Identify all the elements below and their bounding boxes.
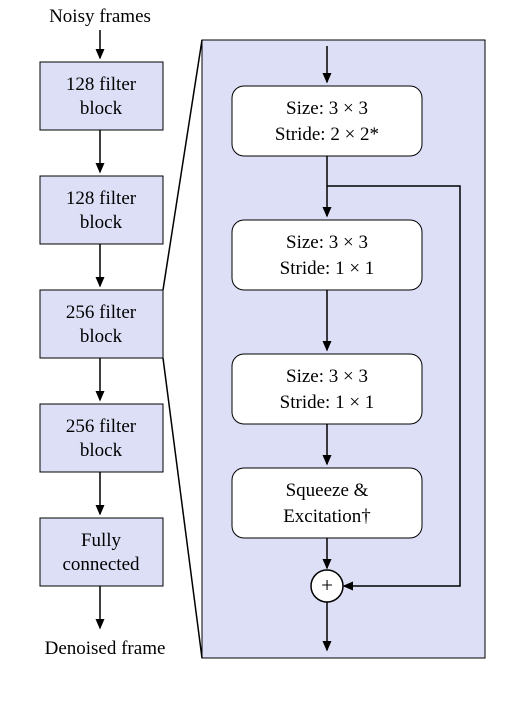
zoom-line-bottom (163, 358, 202, 658)
conv3-stride: Stride: 1 × 1 (280, 392, 375, 413)
plus-icon: + (321, 573, 333, 597)
conv2-size: Size: 3 × 3 (286, 232, 368, 253)
block-256-2-l2: block (80, 440, 123, 461)
conv-block-3 (232, 354, 422, 424)
block-128-1-l1: 128 filter (66, 74, 137, 95)
block-256-1-l2: block (80, 326, 123, 347)
se-block (232, 468, 422, 538)
block-128-2 (40, 176, 163, 244)
block-fc (40, 518, 163, 586)
block-fc-l1: Fully (81, 530, 122, 551)
zoom-line-top (163, 40, 202, 290)
block-128-2-l1: 128 filter (66, 188, 137, 209)
output-label: Denoised frame (45, 638, 166, 659)
se-l2: Excitation† (283, 506, 371, 527)
block-128-1-l2: block (80, 98, 123, 119)
block-256-2 (40, 404, 163, 472)
se-l1: Squeeze & (286, 480, 369, 501)
block-256-2-l1: 256 filter (66, 416, 137, 437)
block-128-2-l2: block (80, 212, 123, 233)
conv-block-1 (232, 86, 422, 156)
conv1-stride: Stride: 2 × 2* (275, 124, 379, 145)
block-256-1 (40, 290, 163, 358)
conv2-stride: Stride: 1 × 1 (280, 258, 375, 279)
block-256-1-l1: 256 filter (66, 302, 137, 323)
conv1-size: Size: 3 × 3 (286, 98, 368, 119)
input-label: Noisy frames (49, 6, 151, 27)
block-128-1 (40, 62, 163, 130)
conv-block-2 (232, 220, 422, 290)
block-fc-l2: connected (62, 554, 140, 575)
conv3-size: Size: 3 × 3 (286, 366, 368, 387)
